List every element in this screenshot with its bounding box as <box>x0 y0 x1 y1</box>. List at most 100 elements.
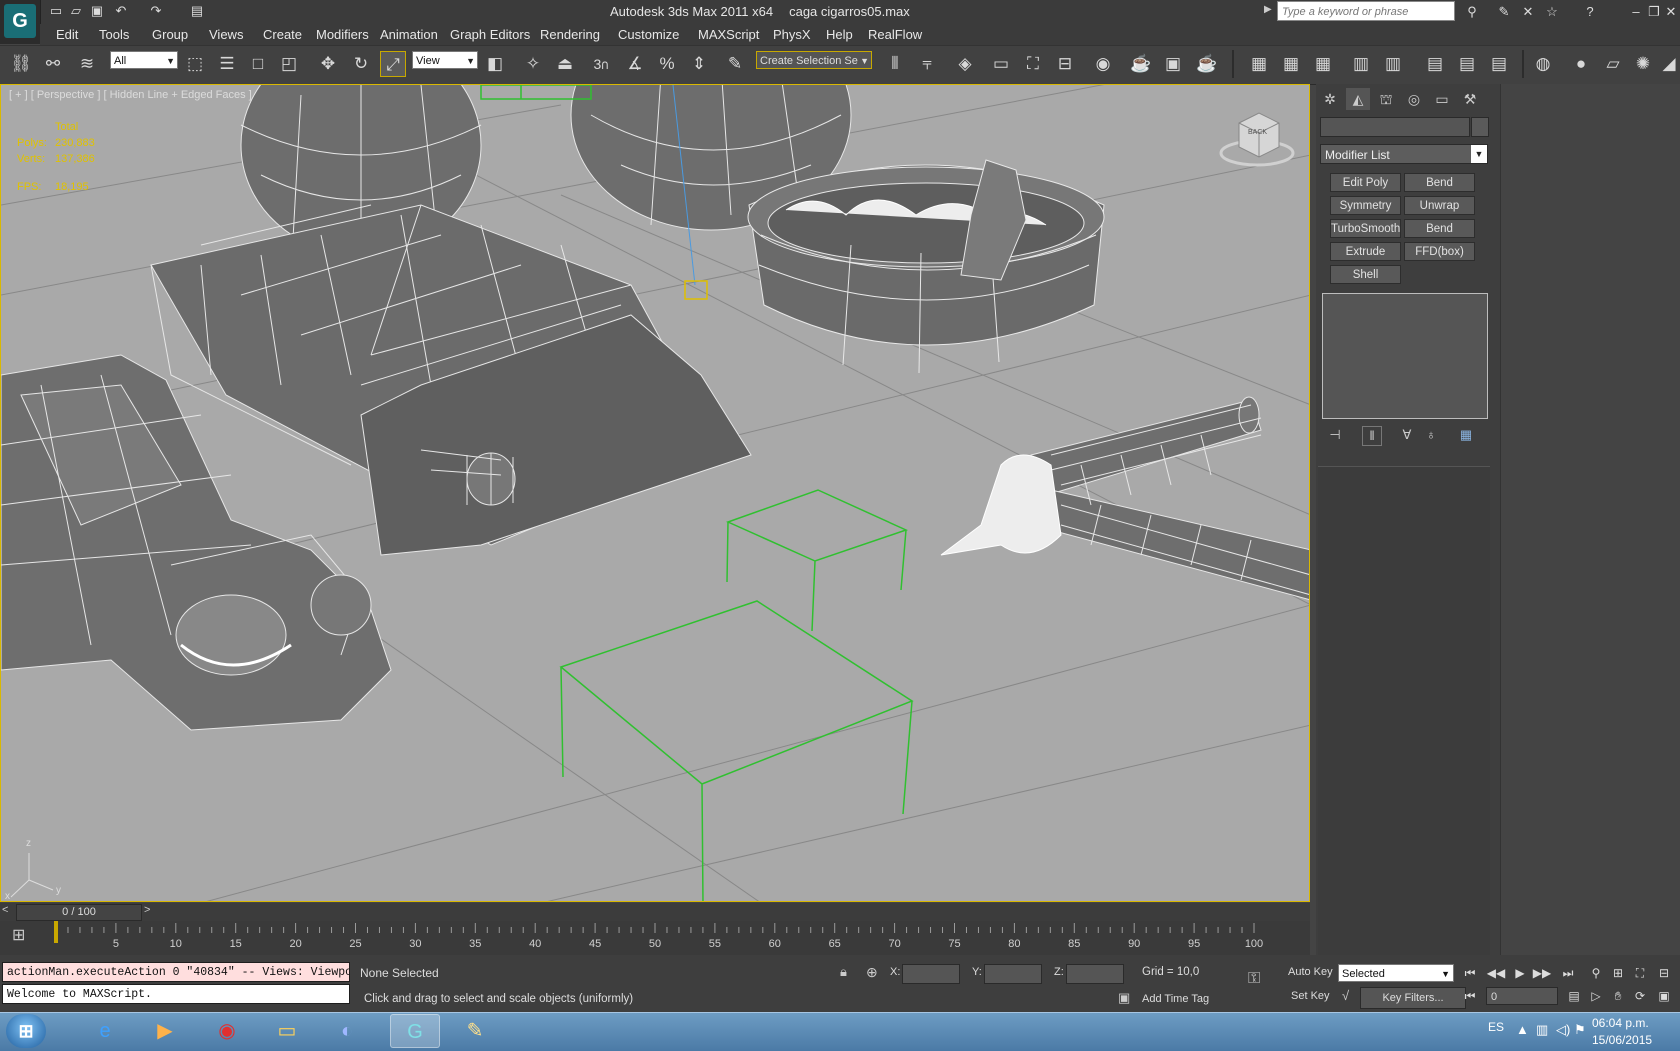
modifier-button-extrude[interactable]: Extrude <box>1330 242 1401 261</box>
open-mini-curve-editor-icon[interactable]: ⊞ <box>12 925 25 945</box>
orbit-icon[interactable]: ⟳ <box>1630 987 1650 1005</box>
menu-animation[interactable]: Animation <box>380 24 438 45</box>
add-time-tag-button[interactable]: Add Time Tag <box>1142 993 1209 1005</box>
play-icon[interactable]: ▶ <box>1510 964 1530 982</box>
key-mode-toggle-icon[interactable]: ⏮ <box>1460 987 1480 1005</box>
search-expand-icon[interactable]: ▶ <box>1264 4 1272 15</box>
modifier-button-symmetry[interactable]: Symmetry <box>1330 196 1401 215</box>
communication-center-icon[interactable]: ✕ <box>1518 2 1538 22</box>
menu-rendering[interactable]: Rendering <box>540 24 600 45</box>
schematic-view-icon[interactable]: ⊟ <box>1052 51 1078 77</box>
field-of-view-icon[interactable]: ▷ <box>1586 987 1606 1005</box>
key-filters-button[interactable]: Key Filters... <box>1360 987 1466 1009</box>
sphere-icon[interactable]: ● <box>1568 51 1594 77</box>
maxscript-output[interactable]: Welcome to MAXScript. <box>2 984 350 1004</box>
object-name-field[interactable] <box>1320 117 1470 137</box>
keyboard-shortcut-override-icon[interactable]: ⏏ <box>552 51 578 77</box>
select-by-name-icon[interactable]: ☰ <box>214 51 240 77</box>
angle-snap-icon[interactable]: ∡ <box>622 51 648 77</box>
utilities-tab-icon[interactable]: ⚒ <box>1458 88 1482 110</box>
new-file-icon[interactable]: ▭ <box>47 2 65 20</box>
zoom-icon[interactable]: ⚲ <box>1586 964 1606 982</box>
project-folder-icon[interactable]: ▤ <box>188 2 206 20</box>
subscription-icon[interactable]: ✎ <box>1494 2 1514 22</box>
realflow-import-icon[interactable]: ▤ <box>1422 51 1448 77</box>
time-configuration-icon[interactable]: ▤ <box>1564 987 1584 1005</box>
3ds-max-taskbar-icon[interactable]: G <box>390 1014 440 1048</box>
remove-modifier-icon[interactable]: ♁ <box>1422 426 1440 444</box>
object-color-swatch[interactable] <box>1471 117 1489 137</box>
modifier-button-bend-2[interactable]: Bend <box>1404 219 1475 238</box>
network-icon[interactable]: ▥ <box>1536 1022 1548 1038</box>
previous-frame-icon[interactable]: ◀◀ <box>1486 964 1506 982</box>
realflow-export-icon[interactable]: ▦ <box>1246 51 1272 77</box>
menu-tools[interactable]: Tools <box>99 24 129 45</box>
graphite-toggle-icon[interactable]: ▭ <box>988 51 1014 77</box>
track-bar[interactable]: 5 10 15 20 25 30 35 40 45 50 55 60 65 70 75 80 85 90 95 100 <box>0 921 1310 955</box>
motion-tab-icon[interactable]: ◎ <box>1402 88 1426 110</box>
render-setup-icon[interactable]: ☕ <box>1128 51 1154 77</box>
curve-editor-icon[interactable]: ⛶ <box>1020 51 1046 77</box>
key-icon[interactable]: ⚿ <box>1248 970 1260 988</box>
paint-icon[interactable]: ✎ <box>450 1014 500 1048</box>
modifier-list-dropdown[interactable]: Modifier List ▼ <box>1320 144 1488 164</box>
modifier-button-edit-poly[interactable]: Edit Poly <box>1330 173 1401 192</box>
go-to-end-icon[interactable]: ⏭ <box>1558 964 1578 982</box>
zoom-extents-icon[interactable]: ⛶ <box>1630 964 1650 982</box>
edit-named-selection-icon[interactable]: ✎ <box>722 51 748 77</box>
file-explorer-icon[interactable]: ▭ <box>262 1014 312 1048</box>
go-to-start-icon[interactable]: ⏮ <box>1460 964 1480 982</box>
modifier-button-ffd-box[interactable]: FFD(box) <box>1404 242 1475 261</box>
application-button[interactable]: G <box>0 0 41 44</box>
modifier-stack[interactable] <box>1322 293 1488 419</box>
show-hidden-icons-icon[interactable]: ▲ <box>1516 1022 1529 1037</box>
time-slider-left-arrow[interactable]: < <box>2 904 8 916</box>
realflow-bin-icon[interactable]: ▤ <box>1454 51 1480 77</box>
default-in-out-tangent-icon[interactable]: √ <box>1342 988 1349 1003</box>
viewport-label[interactable]: [ + ] [ Perspective ] [ Hidden Line + Ed… <box>9 89 252 101</box>
binoculars-icon[interactable]: ⚲ <box>1462 2 1482 22</box>
minimize-icon[interactable]: – <box>1626 2 1646 22</box>
hierarchy-tab-icon[interactable]: ⛫ <box>1374 88 1398 110</box>
media-player-icon[interactable]: ▶ <box>140 1014 190 1048</box>
menu-edit[interactable]: Edit <box>56 24 78 45</box>
render-production-icon[interactable]: ☕ <box>1194 51 1220 77</box>
zoom-extents-all-icon[interactable]: ⊟ <box>1654 964 1674 982</box>
pivot-center-icon[interactable]: ◧ <box>482 51 508 77</box>
layer-manager-icon[interactable]: ◈ <box>952 51 978 77</box>
realflow-emitter-icon[interactable]: ▦ <box>1310 51 1336 77</box>
maxscript-listener-input[interactable]: actionMan.executeAction 0 "40834" -- Vie… <box>2 962 350 982</box>
window-crossing-icon[interactable]: ◰ <box>276 51 302 77</box>
material-editor-icon[interactable]: ◉ <box>1090 51 1116 77</box>
select-rotate-icon[interactable]: ↻ <box>348 51 374 77</box>
search-input[interactable]: Type a keyword or phrase <box>1277 1 1455 21</box>
menu-customize[interactable]: Customize <box>618 24 679 45</box>
menu-modifiers[interactable]: Modifiers <box>316 24 369 45</box>
realflow-particles-icon[interactable]: ▥ <box>1380 51 1406 77</box>
configure-modifier-sets-icon[interactable]: ▦ <box>1457 426 1475 444</box>
absolute-mode-transform-icon[interactable]: ⊕ <box>866 964 878 981</box>
time-tag-icon[interactable]: ▣ <box>1118 990 1130 1006</box>
unlink-icon[interactable]: ⚯ <box>40 51 66 77</box>
time-slider-track[interactable] <box>0 903 1310 921</box>
select-scale-icon[interactable]: ⤢ <box>380 51 406 77</box>
named-selection-dropdown[interactable]: Create Selection Se ▼ <box>756 51 872 69</box>
clock-time[interactable]: 06:04 p.m. <box>1592 1016 1649 1030</box>
zoom-all-icon[interactable]: ⊞ <box>1608 964 1628 982</box>
volume-icon[interactable]: ◁) <box>1556 1022 1570 1038</box>
menu-graph-editors[interactable]: Graph Editors <box>450 24 530 45</box>
y-coordinate-field[interactable] <box>984 964 1042 984</box>
set-key-mode-button[interactable]: Set Key <box>1291 990 1330 1002</box>
key-selection-dropdown[interactable]: Selected ▼ <box>1338 964 1454 982</box>
menu-create[interactable]: Create <box>263 24 302 45</box>
link-icon[interactable]: ⛓ <box>8 51 34 77</box>
perspective-viewport[interactable]: [ + ] [ Perspective ] [ Hidden Line + Ed… <box>0 84 1310 902</box>
percent-snap-icon[interactable]: % <box>654 51 680 77</box>
light-icon[interactable]: ✺ <box>1630 51 1656 77</box>
snaps-toggle[interactable]: 3ᑎ <box>588 51 614 77</box>
realflow-mesh-icon[interactable]: ▥ <box>1348 51 1374 77</box>
selection-filter-dropdown[interactable]: All ▼ <box>110 51 178 69</box>
save-file-icon[interactable]: ▣ <box>88 2 106 20</box>
z-coordinate-field[interactable] <box>1066 964 1124 984</box>
modifier-button-bend[interactable]: Bend <box>1404 173 1475 192</box>
